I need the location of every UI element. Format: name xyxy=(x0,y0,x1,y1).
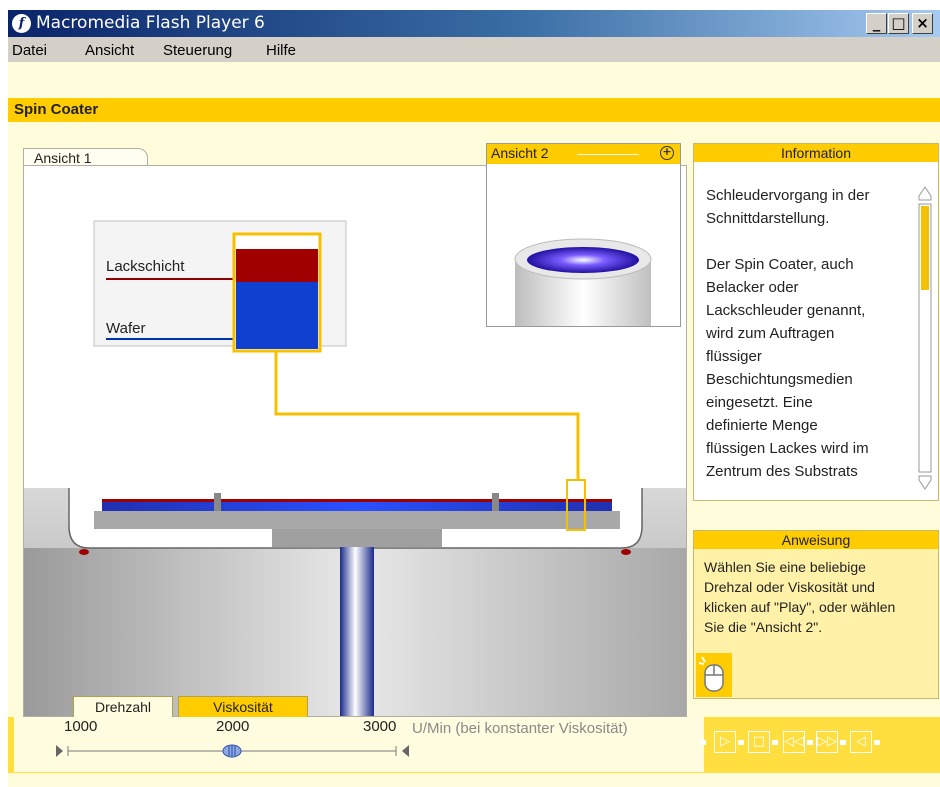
maximize-button[interactable]: □ xyxy=(888,13,909,34)
menu-datei[interactable]: Datei xyxy=(12,42,47,59)
info-line: Zentrum des Substrats xyxy=(706,463,858,480)
spindle-shaft xyxy=(340,547,374,716)
slider-min-label: 1000 xyxy=(64,718,98,735)
pin-left xyxy=(214,493,221,511)
menu-steuerung-label: Steuerung xyxy=(163,42,233,59)
anweisung-line: klicken auf "Play", oder wählen xyxy=(704,599,896,615)
info-text: Schleudervorgang in der Schnittdarstellu… xyxy=(706,184,914,483)
anweisung-title: Anweisung xyxy=(781,532,851,548)
view2-title: Ansicht 2 xyxy=(491,145,549,161)
view2-panel[interactable]: Ansicht 2 + xyxy=(486,143,681,327)
scroll-thumb[interactable] xyxy=(921,206,929,290)
information-panel: Information Schleudervorgang in der Schn… xyxy=(693,143,939,501)
anweisung-line: Sie die "Ansicht 2". xyxy=(704,619,823,635)
pin-right xyxy=(492,493,499,511)
page-title: Spin Coater xyxy=(14,101,99,118)
sound-icon: ◁ xyxy=(856,734,866,749)
info-header: Information xyxy=(694,144,938,162)
slider-mid-label: 2000 xyxy=(216,718,250,735)
info-title: Information xyxy=(780,145,852,161)
rewind-icon: ◁◁ xyxy=(784,734,804,749)
close-button[interactable]: × xyxy=(912,13,933,34)
info-line: definierte Menge xyxy=(706,417,818,434)
view2-header-line xyxy=(577,154,639,155)
info-scrollbar[interactable] xyxy=(916,182,934,494)
fast-forward-icon: ▷▷ xyxy=(817,734,837,749)
info-line: eingesetzt. Eine xyxy=(706,394,813,411)
stop-button[interactable]: □ xyxy=(748,731,770,753)
minimize-button[interactable]: _ xyxy=(866,13,887,34)
info-line: Belacker oder xyxy=(706,279,799,296)
info-line: Der Spin Coater, auch xyxy=(706,256,854,273)
spinning-disk xyxy=(527,247,639,273)
anweisung-header: Anweisung xyxy=(694,531,938,549)
flash-icon: f xyxy=(12,14,31,33)
label-wafer: Wafer xyxy=(106,320,146,337)
anweisung-line: Drehzal oder Viskosität und xyxy=(704,579,875,595)
label-lackschicht: Lackschicht xyxy=(106,258,185,275)
chuck-hub xyxy=(272,529,442,547)
fast-forward-button[interactable]: ▷▷ xyxy=(816,731,838,753)
info-line: flüssigen Lackes wird im xyxy=(706,440,869,457)
drop-right xyxy=(621,549,631,555)
zoom-connector xyxy=(274,351,580,481)
info-line: Schnittdarstellung. xyxy=(706,210,830,227)
stop-icon: □ xyxy=(752,734,766,749)
slider-right-arrow-icon[interactable] xyxy=(402,745,409,757)
wafer-layer xyxy=(236,282,318,349)
flash-player-window: f Macromedia Flash Player 6 _ □ × Datei … xyxy=(8,10,940,787)
window-title: Macromedia Flash Player 6 xyxy=(36,13,265,33)
menu-hilfe-label: Hilfe xyxy=(266,42,297,59)
anweisung-line: Wählen Sie eine beliebige xyxy=(704,559,866,575)
chain-link xyxy=(738,740,744,745)
chain-link xyxy=(700,740,706,745)
sound-button[interactable]: ◁ xyxy=(850,731,872,753)
chain-link xyxy=(840,740,846,745)
menu-steuerung[interactable]: Steuerung xyxy=(163,42,232,59)
chuck-plate xyxy=(94,511,620,529)
title-bar[interactable]: f Macromedia Flash Player 6 _ □ × xyxy=(8,10,940,37)
anweisung-panel: Anweisung Wählen Sie eine beliebige Dreh… xyxy=(693,530,939,699)
view2-header: Ansicht 2 + xyxy=(487,144,680,164)
chain-link xyxy=(807,740,813,745)
play-icon: ▷ xyxy=(720,734,730,749)
tab-ansicht-1[interactable]: Ansicht 1 xyxy=(23,148,148,166)
slider-unit-label: U/Min (bei konstanter Viskosität) xyxy=(412,720,628,737)
lack-on-wafer xyxy=(102,499,612,502)
menu-datei-label: Datei xyxy=(12,42,48,59)
view2-cylinder xyxy=(514,238,652,326)
menu-ansicht-label: Ansicht xyxy=(85,42,135,59)
rewind-button[interactable]: ◁◁ xyxy=(783,731,805,753)
scroll-down-icon[interactable] xyxy=(918,475,932,490)
info-line: flüssiger xyxy=(706,348,762,365)
menu-ansicht[interactable]: Ansicht xyxy=(85,42,134,59)
scroll-up-icon[interactable] xyxy=(918,186,932,201)
tab-viskositaet[interactable]: Viskosität xyxy=(178,696,308,717)
rpm-slider[interactable] xyxy=(54,740,414,762)
lack-layer xyxy=(236,249,318,282)
tab-drehzahl[interactable]: Drehzahl xyxy=(73,696,173,717)
menu-bar: Datei Ansicht Steuerung Hilfe xyxy=(8,37,940,62)
wafer-on-chuck xyxy=(102,501,612,511)
header-bar: Spin Coater xyxy=(8,98,940,122)
mouse-icon xyxy=(696,653,732,697)
drop-left xyxy=(79,549,89,555)
slider-thumb[interactable] xyxy=(222,744,242,758)
info-line: wird zum Auftragen xyxy=(706,325,835,342)
info-line: Lackschleuder genannt, xyxy=(706,302,866,319)
info-line: Beschichtungsmedien xyxy=(706,371,853,388)
slider-max-label: 3000 xyxy=(363,718,397,735)
zoom-icon[interactable]: + xyxy=(660,146,674,160)
info-line: Schleudervorgang in der xyxy=(706,187,870,204)
play-button[interactable]: ▷ xyxy=(714,731,736,753)
slider-left-arrow-icon[interactable] xyxy=(56,745,63,757)
anweisung-text: Wählen Sie eine beliebige Drehzal oder V… xyxy=(704,557,930,637)
chain-link xyxy=(772,740,778,745)
menu-hilfe[interactable]: Hilfe xyxy=(266,42,296,59)
chain-link xyxy=(874,740,880,745)
